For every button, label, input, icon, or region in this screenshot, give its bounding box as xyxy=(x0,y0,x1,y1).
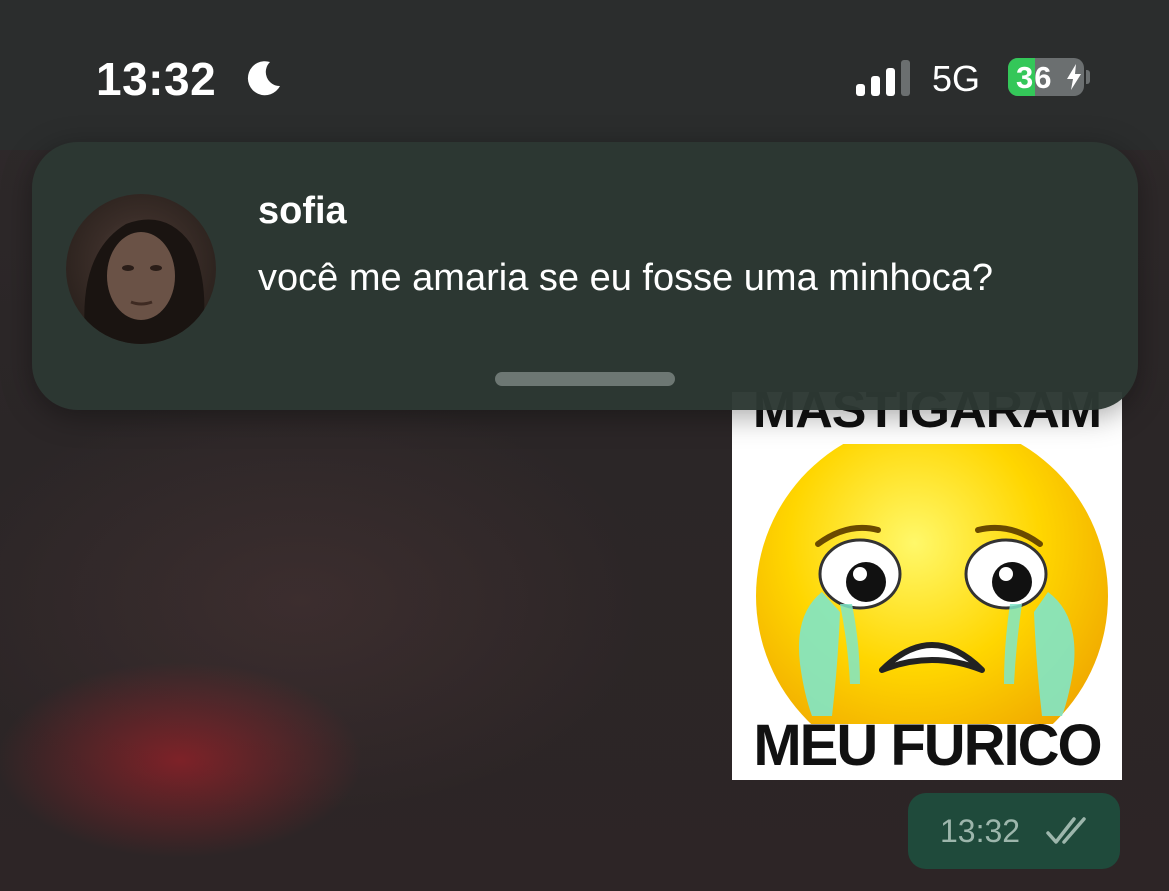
cellular-signal-icon xyxy=(856,60,916,101)
message-meta-bubble: 13:32 xyxy=(908,793,1120,869)
notification-sender: sofia xyxy=(258,190,347,232)
status-bar: 13:32 5G 36 xyxy=(0,0,1169,150)
notification-message: você me amaria se eu fosse uma minhoca? xyxy=(258,257,994,299)
battery-level: 36 xyxy=(1016,60,1053,95)
status-time: 13:32 xyxy=(96,53,217,105)
avatar xyxy=(66,194,216,344)
bolt-icon xyxy=(1066,64,1082,95)
notification-grabber[interactable] xyxy=(495,372,675,386)
double-check-icon xyxy=(1046,815,1094,852)
battery-indicator: 36 xyxy=(1008,58,1084,96)
image-message[interactable]: MASTIGARAM MEU FURICO xyxy=(732,392,1122,780)
crying-face-icon xyxy=(756,444,1108,724)
notification-banner[interactable]: sofia você me amaria se eu fosse uma min… xyxy=(32,142,1138,410)
battery-cap xyxy=(1086,70,1090,84)
moon-icon xyxy=(244,58,284,103)
meme-bottom-text: MEU FURICO xyxy=(753,713,1102,778)
message-timestamp: 13:32 xyxy=(940,813,1021,849)
network-type: 5G xyxy=(932,58,981,99)
